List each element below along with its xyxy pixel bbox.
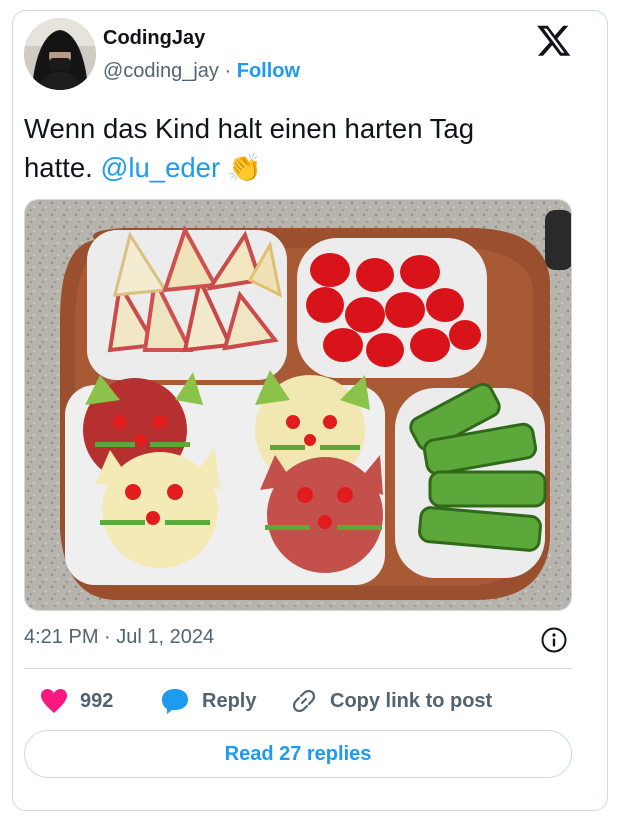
follow-button[interactable]: Follow	[237, 60, 300, 82]
separator-dot: ·	[224, 60, 232, 82]
post-text-line-1: Wenn das Kind halt einen harten Tag	[24, 113, 475, 144]
info-icon[interactable]	[540, 626, 568, 654]
post-text: Wenn das Kind halt einen harten Tag hatt…	[24, 109, 564, 187]
author-name[interactable]: CodingJay	[103, 27, 205, 50]
avatar[interactable]	[24, 18, 96, 90]
divider	[24, 668, 572, 669]
mention-link[interactable]: @lu_eder	[100, 152, 220, 183]
copy-link-button[interactable]: Copy link to post	[290, 685, 492, 717]
like-button[interactable]: 992	[40, 685, 113, 717]
heart-icon	[41, 689, 67, 713]
copy-link-label: Copy link to post	[330, 689, 493, 712]
author-handle[interactable]: @coding_jay	[103, 60, 219, 82]
clapping-hands-emoji: 👏	[227, 152, 262, 183]
speech-bubble-icon	[162, 689, 188, 714]
x-logo-icon[interactable]	[536, 22, 572, 58]
post-image[interactable]	[24, 199, 572, 611]
read-replies-button[interactable]: Read 27 replies	[24, 730, 572, 778]
link-icon	[292, 689, 316, 713]
post-text-line-2: hatte.	[24, 152, 93, 183]
like-count: 992	[80, 689, 114, 712]
reply-button[interactable]: Reply	[160, 685, 256, 717]
reply-label: Reply	[202, 689, 257, 712]
post-timestamp[interactable]: 4:21 PM · Jul 1, 2024	[24, 626, 214, 649]
read-replies-label: Read 27 replies	[224, 742, 372, 765]
author-handle-row: @coding_jay · Follow	[103, 60, 300, 83]
